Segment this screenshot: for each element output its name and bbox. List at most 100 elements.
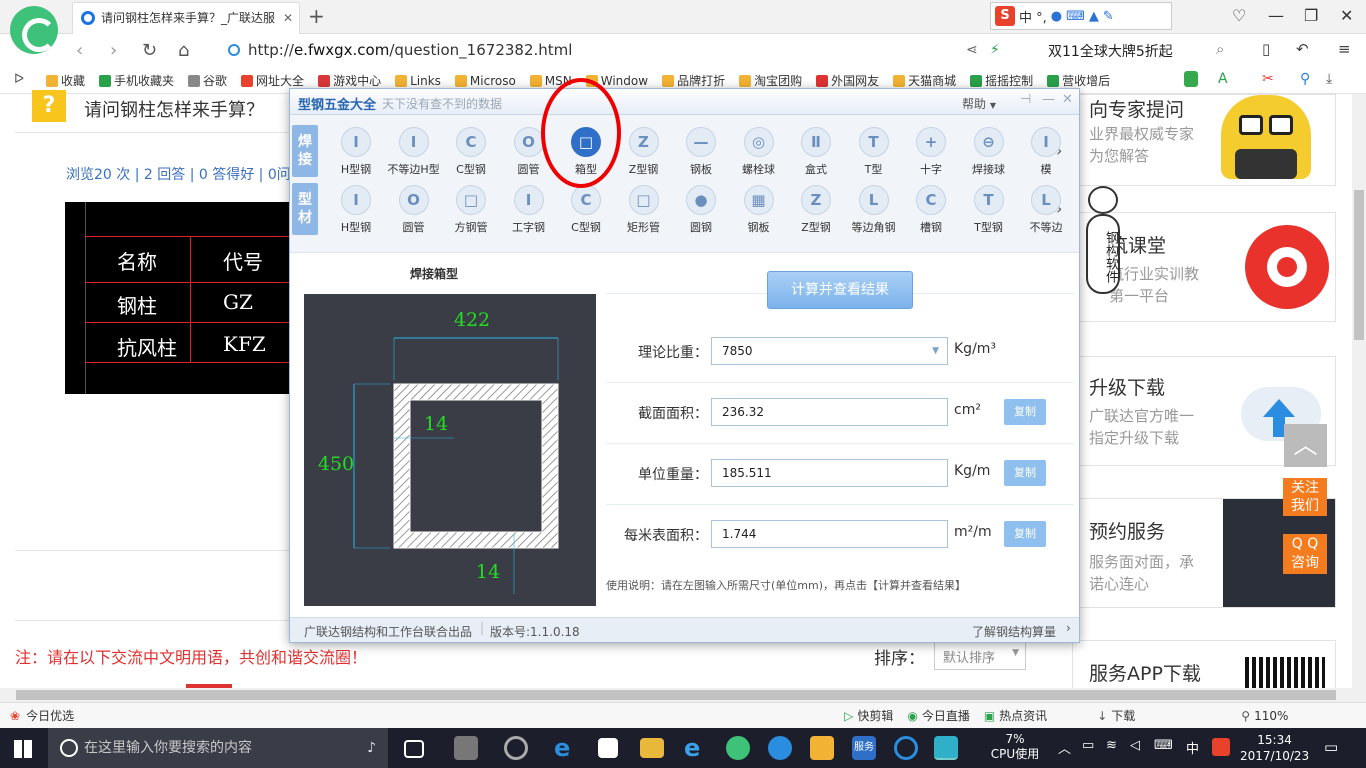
- undo-icon[interactable]: ↶: [1296, 40, 1309, 58]
- bookmark-item[interactable]: 谷歌: [188, 72, 227, 89]
- bookmark-item[interactable]: Links: [395, 74, 441, 88]
- chevron-right-icon[interactable]: ›: [1066, 621, 1071, 635]
- status-item[interactable]: 快剪辑: [857, 707, 893, 724]
- shape-tile[interactable]: L 等边角钢: [846, 185, 902, 235]
- restore-icon[interactable]: ❐: [1304, 6, 1318, 25]
- bookmark-item[interactable]: 营收增后: [1047, 72, 1110, 89]
- app-icon[interactable]: [810, 736, 834, 760]
- bookmark-item[interactable]: 网址大全: [241, 72, 304, 89]
- bookmark-item[interactable]: 天猫商城: [893, 72, 956, 89]
- result-field[interactable]: 185.511: [711, 459, 948, 487]
- status-item[interactable]: 下载: [1111, 707, 1135, 724]
- shape-tile[interactable]: C C型钢: [558, 185, 614, 235]
- notification-icon[interactable]: ▭: [1324, 738, 1338, 756]
- browser-tab[interactable]: 请问钢柱怎样来手算？_广联达服 ✕: [72, 2, 300, 34]
- zoom-level[interactable]: 110%: [1254, 709, 1288, 723]
- shape-tile[interactable]: + 十字: [903, 127, 959, 177]
- flange-thickness-dimension[interactable]: 14: [476, 561, 500, 583]
- app-icon[interactable]: [768, 736, 792, 760]
- shape-tile[interactable]: I H型钢: [328, 185, 384, 235]
- bookmark-item[interactable]: 手机收藏夹: [99, 72, 174, 89]
- pin-icon[interactable]: ⊣: [1020, 92, 1031, 107]
- shape-tile[interactable]: ⊖ 焊接球: [961, 127, 1017, 177]
- help-menu[interactable]: 帮助 ▼: [962, 95, 996, 112]
- back-icon[interactable]: ‹: [76, 40, 83, 61]
- ie-icon[interactable]: e: [684, 736, 708, 760]
- shape-tile[interactable]: C C型钢: [443, 127, 499, 177]
- volume-icon[interactable]: ◁: [1130, 738, 1140, 753]
- bookmark-item[interactable]: 游戏中心: [318, 72, 381, 89]
- wrench-icon[interactable]: ✎: [1103, 9, 1114, 24]
- shape-tile[interactable]: I 不等边H型: [386, 127, 442, 177]
- category-welded[interactable]: 焊接: [292, 125, 318, 177]
- sort-select[interactable]: 默认排序 ▼: [934, 640, 1026, 670]
- back-to-top-button[interactable]: ︿: [1284, 424, 1327, 467]
- close-window-icon[interactable]: ✕: [1340, 6, 1353, 25]
- bookmark-item[interactable]: 淘宝团购: [739, 72, 802, 89]
- download-icon[interactable]: ⤓: [1326, 71, 1332, 87]
- browser-logo-icon[interactable]: [10, 6, 58, 54]
- tray-expand-icon[interactable]: ︿: [1058, 738, 1071, 757]
- shape-tile[interactable]: □ 方钢管: [443, 185, 499, 235]
- bookmark-item[interactable]: 品牌打折: [662, 72, 725, 89]
- home-icon[interactable]: ⌂: [178, 40, 189, 61]
- shape-tile[interactable]: I模: [1018, 127, 1074, 177]
- keyboard-icon[interactable]: ⌨: [1154, 738, 1173, 753]
- store-icon[interactable]: [598, 738, 618, 758]
- learn-more-link[interactable]: 了解钢结构算量: [972, 623, 1056, 640]
- bookmark-item[interactable]: 外国网友: [816, 72, 879, 89]
- shape-tile[interactable]: C 槽钢: [903, 185, 959, 235]
- shape-tile[interactable]: — 钢板: [673, 127, 729, 177]
- gift-icon[interactable]: ♡: [1232, 6, 1246, 25]
- ime-indicator[interactable]: 中: [1186, 738, 1199, 757]
- bookmark-item[interactable]: 收藏: [46, 72, 85, 89]
- cpu-meter[interactable]: 7% CPU使用: [990, 732, 1040, 762]
- chevron-down-icon[interactable]: ▼: [932, 338, 939, 364]
- lightning-icon[interactable]: ⚡: [990, 42, 1000, 58]
- promo-search-hint[interactable]: 双11全球大牌5折起: [1048, 41, 1173, 61]
- copy-button[interactable]: 复制: [1004, 460, 1046, 486]
- shape-tile[interactable]: □ 矩形管: [616, 185, 672, 235]
- edge-icon[interactable]: e: [554, 736, 578, 760]
- follow-us-button[interactable]: 关注 我们: [1283, 478, 1327, 516]
- status-item[interactable]: 今日直播: [922, 707, 970, 724]
- shape-tile[interactable]: ● 圆钢: [673, 185, 729, 235]
- minimize-icon[interactable]: —: [1268, 6, 1284, 25]
- density-select[interactable]: 7850 ▼: [711, 337, 948, 365]
- sidebar-toggle-icon[interactable]: ᐅ: [14, 72, 24, 87]
- status-item[interactable]: 热点资讯: [999, 707, 1047, 724]
- service-icon[interactable]: 服务: [852, 736, 876, 760]
- shape-tile[interactable]: Z Z型钢: [788, 185, 844, 235]
- phone-icon[interactable]: ▯: [1262, 40, 1270, 58]
- task-view-icon[interactable]: [404, 740, 424, 758]
- clock[interactable]: 15:34 2017/10/23: [1240, 732, 1309, 764]
- box-section-drawing[interactable]: 422 450 14 14: [304, 294, 596, 606]
- search-icon[interactable]: ⌕: [1216, 40, 1224, 58]
- question-stats[interactable]: 浏览20 次 | 2 回答 | 0 答得好 | 0问: [66, 164, 291, 184]
- taskbar-search[interactable]: 在这里输入你要搜索的内容 ♪: [48, 728, 388, 768]
- minimize-icon[interactable]: —: [1042, 92, 1055, 107]
- explorer-icon[interactable]: [640, 738, 664, 758]
- vertical-scroll-thumb[interactable]: [1354, 190, 1364, 340]
- app-download-card[interactable]: 服务APP下载: [1072, 640, 1336, 691]
- bookmark-item[interactable]: Microso: [454, 74, 516, 88]
- share-icon[interactable]: ⋖: [966, 42, 978, 58]
- shape-tile[interactable]: O 圆管: [386, 185, 442, 235]
- sogou-ime-toolbar[interactable]: S 中 °, ● ⌨ ▲ ✎: [990, 2, 1172, 30]
- copy-button[interactable]: 复制: [1004, 399, 1046, 425]
- app-icon[interactable]: [504, 736, 528, 760]
- steel-software-mascot[interactable]: 钢构软件: [1084, 186, 1124, 296]
- reload-icon[interactable]: ↻: [142, 40, 157, 61]
- width-dimension[interactable]: 422: [454, 309, 490, 331]
- shield-icon[interactable]: [1184, 71, 1198, 87]
- menu-icon[interactable]: ≡: [1338, 40, 1351, 58]
- category-profile[interactable]: 型材: [292, 183, 318, 235]
- shape-tile[interactable]: ▦ 钢板: [731, 185, 787, 235]
- wifi-icon[interactable]: ≋: [1106, 738, 1117, 753]
- keyboard-icon[interactable]: ⌨: [1066, 9, 1085, 24]
- skin-icon[interactable]: ▲: [1089, 9, 1099, 24]
- result-field[interactable]: 236.32: [711, 398, 948, 426]
- status-left[interactable]: 今日优选: [26, 707, 74, 724]
- copy-button[interactable]: 复制: [1004, 521, 1046, 547]
- web-thickness-dimension[interactable]: 14: [424, 413, 448, 435]
